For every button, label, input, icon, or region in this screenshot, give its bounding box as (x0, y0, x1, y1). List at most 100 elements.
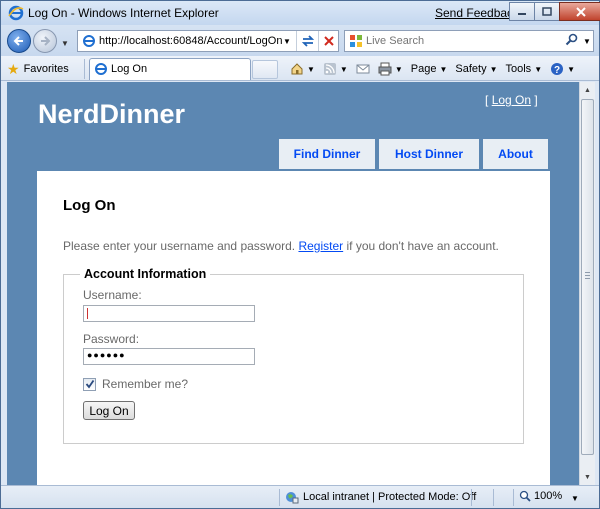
search-box[interactable]: ▼ (344, 30, 594, 52)
forward-arrow-icon (41, 36, 51, 46)
feeds-button[interactable]: ▼ (320, 60, 351, 78)
scroll-down-button[interactable]: ▼ (580, 469, 595, 485)
divider (493, 489, 494, 506)
browser-tab[interactable]: Log On (89, 58, 251, 80)
search-icon[interactable] (565, 33, 578, 49)
intro-text-after: if you don't have an account. (343, 239, 499, 253)
search-input[interactable] (366, 32, 556, 50)
status-bar: Local intranet | Protected Mode: Off 100… (1, 485, 599, 508)
register-link[interactable]: Register (298, 239, 343, 253)
log-on-link[interactable]: Log On (492, 93, 531, 107)
back-arrow-icon (13, 36, 23, 46)
safety-menu[interactable]: Safety ▼ (452, 60, 500, 78)
stop-button[interactable] (318, 31, 339, 51)
forward-button[interactable] (33, 29, 57, 53)
home-button[interactable]: ▼ (287, 60, 318, 78)
print-icon (378, 62, 392, 76)
security-zone[interactable]: Local intranet | Protected Mode: Off (285, 490, 476, 504)
minimize-button[interactable] (509, 2, 535, 21)
password-label: Password: (83, 332, 140, 346)
bracket-close: ] (534, 93, 538, 107)
username-label: Username: (83, 288, 142, 302)
maximize-button[interactable] (534, 2, 560, 21)
account-information-fieldset: Account Information Username: Password: … (63, 267, 524, 444)
tab-find-dinner[interactable]: Find Dinner (279, 139, 375, 169)
command-bar: ★ Favorites Log On ▼ ▼ ▼ Page ▼ Safety ▼… (1, 56, 599, 81)
zoom-icon (519, 490, 531, 502)
globe-zone-icon (286, 492, 299, 504)
minimize-icon (518, 12, 526, 15)
remember-me: Remember me? (83, 377, 188, 391)
remember-me-label: Remember me? (102, 377, 189, 391)
maximize-icon (542, 7, 552, 16)
scroll-up-button[interactable]: ▲ (580, 82, 595, 98)
refresh-icon (301, 35, 314, 47)
username-field[interactable] (83, 305, 255, 322)
scroll-thumb[interactable] (581, 99, 594, 455)
zoom-control[interactable]: 100% (519, 490, 562, 502)
feeds-icon (323, 63, 336, 75)
favorites-label: Favorites (23, 63, 69, 75)
mail-button[interactable] (353, 60, 373, 78)
address-bar[interactable]: http://localhost:60848/Account/LogOn ▼ (77, 30, 339, 52)
zoom-dropdown[interactable]: ▼ (571, 494, 579, 503)
page-menu-label: Page (410, 63, 437, 75)
navigation-bar: ▼ http://localhost:60848/Account/LogOn ▼ (1, 25, 599, 56)
divider (84, 59, 85, 79)
page-title: Log On (63, 197, 116, 214)
text-cursor (87, 308, 88, 319)
main-content: Log On Please enter your username and pa… (37, 171, 550, 485)
address-url[interactable]: http://localhost:60848/Account/LogOn (99, 35, 282, 47)
tab-label: Log On (111, 63, 148, 75)
vertical-scrollbar[interactable]: ▲ ▼ (579, 82, 595, 485)
main-menu: Find Dinner Host Dinner About (279, 139, 548, 169)
log-on-button[interactable]: Log On (83, 401, 135, 420)
page-viewport: NerdDinner [ Log On ] Find Dinner Host D… (7, 82, 579, 485)
divider (513, 489, 514, 506)
tools-menu-label: Tools (505, 63, 532, 75)
recent-pages-dropdown[interactable]: ▼ (61, 39, 69, 48)
tab-host-dinner[interactable]: Host Dinner (379, 139, 479, 169)
home-icon (291, 63, 303, 75)
password-field[interactable]: ●●●●●● (83, 348, 255, 365)
command-buttons: ▼ ▼ ▼ Page ▼ Safety ▼ Tools ▼ ? ▼ (287, 60, 578, 78)
live-search-icon (350, 35, 362, 47)
remember-me-checkbox[interactable] (83, 377, 96, 391)
back-button[interactable] (7, 29, 31, 53)
favorites-star-icon: ★ (7, 60, 20, 77)
mail-icon (356, 64, 370, 74)
login-display: [ Log On ] (485, 93, 538, 107)
close-icon (576, 6, 586, 17)
favorites-button[interactable]: ★ Favorites (7, 60, 69, 78)
zone-text: Local intranet | Protected Mode: Off (303, 491, 477, 503)
zoom-level: 100% (534, 490, 563, 502)
divider (279, 489, 280, 506)
page-menu[interactable]: Page ▼ (408, 60, 451, 78)
help-icon: ? (551, 63, 564, 76)
fieldset-legend: Account Information (80, 267, 211, 281)
new-tab-button[interactable] (252, 60, 278, 79)
window-controls (509, 2, 600, 22)
help-button[interactable]: ? ▼ (547, 60, 578, 78)
intro-text-before: Please enter your username and password. (63, 239, 299, 253)
window-title: Log On - Windows Internet Explorer (28, 6, 219, 20)
safety-menu-label: Safety (455, 63, 487, 75)
site-title: NerdDinner (38, 99, 186, 129)
stop-icon (324, 36, 334, 46)
title-bar: Log On - Windows Internet Explorer Send … (1, 1, 600, 25)
check-icon (85, 379, 94, 389)
password-mask: ●●●●●● (87, 350, 126, 360)
print-button[interactable]: ▼ (375, 60, 406, 78)
search-dropdown[interactable]: ▼ (583, 37, 591, 46)
tools-menu[interactable]: Tools ▼ (503, 60, 546, 78)
close-window-button[interactable] (559, 2, 600, 21)
bracket-open: [ (485, 93, 489, 107)
refresh-button[interactable] (296, 31, 318, 51)
browser-window: Log On - Windows Internet Explorer Send … (0, 0, 600, 509)
ie-logo-icon (8, 5, 24, 21)
tab-about[interactable]: About (483, 139, 548, 169)
page-icon (95, 63, 107, 75)
address-dropdown[interactable]: ▼ (283, 37, 291, 46)
send-feedback-link[interactable]: Send Feedback (435, 6, 519, 20)
scroll-grip (585, 272, 590, 279)
